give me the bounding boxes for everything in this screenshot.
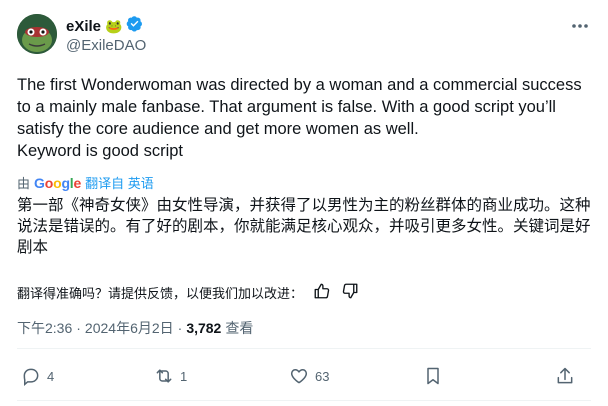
tweet-text: The first Wonderwoman was directed by a … — [17, 76, 582, 160]
like-button[interactable]: 63 — [289, 366, 329, 386]
repost-icon — [156, 369, 172, 383]
translated-by-label: 由 — [17, 176, 31, 191]
bookmark-button[interactable] — [423, 366, 443, 386]
handle[interactable]: @ExileDAO — [66, 37, 146, 54]
like-count: 63 — [315, 368, 330, 384]
action-bar: 4 1 63 — [17, 366, 591, 388]
repost-count: 1 — [180, 368, 188, 384]
reply-button[interactable]: 4 — [21, 366, 54, 386]
frog-emoji: 🐸 — [105, 17, 123, 34]
translation-feedback: 翻译得准确吗？请提供反馈，以便我们加以改进： — [17, 282, 359, 303]
feedback-question: 翻译得准确吗？请提供反馈，以便我们加以改进： — [17, 286, 304, 301]
frog-avatar-image — [17, 14, 57, 54]
avatar[interactable] — [17, 14, 57, 54]
display-name[interactable]: eXile — [66, 18, 101, 35]
author-name-row: eXile 🐸 — [66, 15, 143, 37]
translation-attribution: 由 Google 翻译自 英语 — [17, 173, 154, 192]
more-icon[interactable] — [570, 18, 590, 34]
tweet-date[interactable]: 2024年6月2日 — [85, 318, 174, 338]
repost-button[interactable]: 1 — [154, 366, 187, 386]
views-count: 3,782 — [186, 320, 222, 336]
thumbs-up-icon[interactable] — [313, 282, 331, 303]
thumbs-down-icon[interactable] — [341, 282, 359, 303]
views-label: 查看 — [225, 320, 254, 336]
like-icon — [290, 369, 308, 384]
tweet-time[interactable]: 下午2:36 — [17, 318, 72, 338]
divider — [17, 348, 591, 349]
share-button[interactable] — [555, 366, 575, 386]
meta-separator: · — [177, 320, 183, 336]
tweet-meta: 下午2:36 · 2024年6月2日 · 3,782 查看 — [17, 318, 253, 338]
bookmark-icon — [427, 367, 439, 385]
reply-count: 4 — [47, 368, 55, 384]
bottom-divider — [17, 400, 591, 401]
meta-separator: · — [76, 320, 81, 336]
reply-icon — [23, 368, 39, 386]
google-logo: Google — [34, 174, 82, 191]
share-icon — [557, 367, 573, 384]
translated-text: 第一部《神奇女侠》由女性导演，并获得了以男性为主的粉丝群体的商业成功。这种说法是… — [17, 197, 591, 256]
translated-from-link[interactable]: 翻译自 英语 — [85, 173, 154, 192]
verified-icon — [126, 15, 143, 37]
